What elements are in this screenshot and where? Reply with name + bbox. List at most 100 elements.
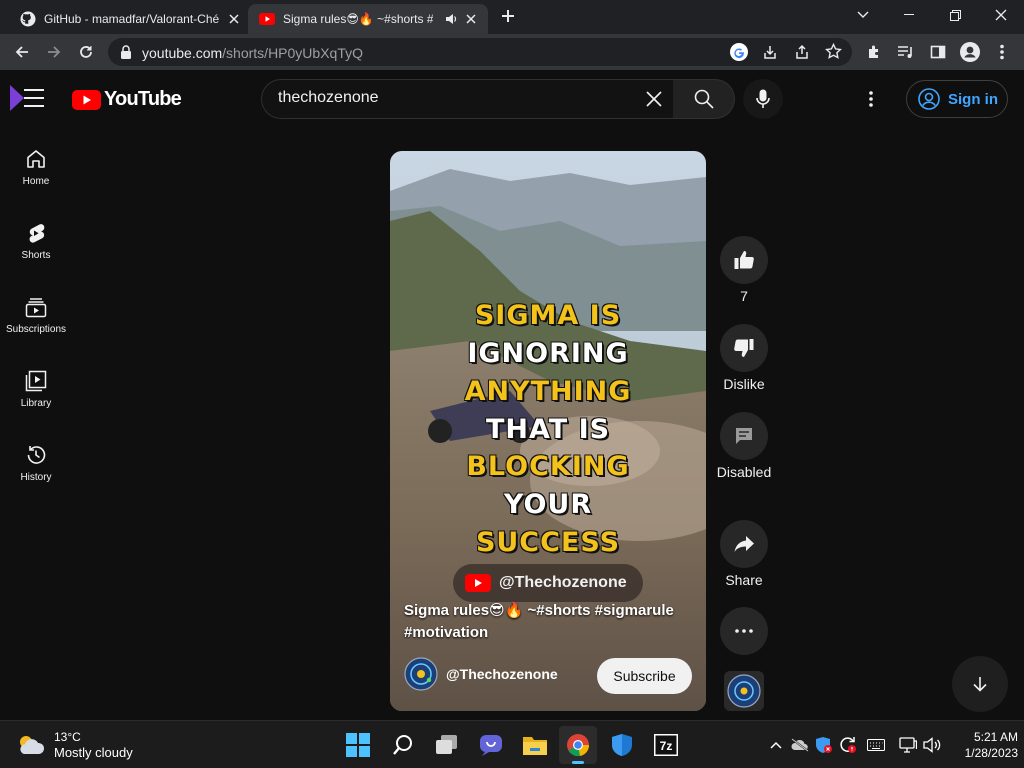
comments-label: Disabled — [716, 464, 772, 480]
file-explorer-button[interactable] — [516, 726, 554, 764]
close-window-button[interactable] — [978, 0, 1024, 30]
chevron-up-icon — [770, 741, 782, 749]
minimize-button[interactable] — [886, 0, 932, 30]
keyboard-icon — [867, 739, 885, 751]
tab-github[interactable]: GitHub - mamadfar/Valorant-Ché — [8, 4, 246, 34]
plus-icon — [500, 8, 516, 24]
address-bar[interactable]: youtube.com/shorts/HP0yUbXqTyQ — [108, 38, 852, 66]
sidebar-item-history[interactable]: History — [0, 438, 72, 510]
profile-button[interactable] — [957, 39, 983, 65]
puzzle-icon — [866, 44, 882, 60]
network-tray-icon[interactable] — [898, 735, 918, 755]
chrome-menu-button[interactable] — [989, 39, 1015, 65]
extensions-button[interactable] — [861, 39, 887, 65]
search-button[interactable] — [673, 79, 735, 119]
voice-search-button[interactable] — [743, 79, 783, 119]
tab-youtube-short[interactable]: Sigma rules😎🔥 ~#shorts # — [248, 4, 488, 34]
security-tray-icon[interactable] — [814, 735, 834, 755]
arrow-left-icon — [14, 44, 30, 60]
settings-menu-button[interactable] — [869, 91, 873, 107]
more-actions-button[interactable] — [720, 607, 768, 655]
shorts-video-player[interactable]: SIGMA IS IGNORING ANYTHING THAT IS BLOCK… — [390, 151, 706, 711]
channel-name[interactable]: @Thechozenone — [446, 666, 558, 682]
sidebar-item-label: Subscriptions — [5, 324, 67, 335]
keyboard-tray-icon[interactable] — [866, 735, 886, 755]
start-button[interactable] — [339, 726, 377, 764]
share-button[interactable] — [720, 520, 768, 568]
media-control-button[interactable] — [893, 39, 919, 65]
windows-taskbar: 13°C Mostly cloudy 7z 5:21 AM 1/28/2023 — [0, 720, 1024, 768]
sidebar-item-library[interactable]: Library — [0, 364, 72, 436]
show-hidden-icons-button[interactable] — [766, 735, 786, 755]
restore-button[interactable] — [932, 0, 978, 30]
like-button[interactable] — [720, 236, 768, 284]
network-icon — [899, 737, 917, 753]
hamburger-menu-icon — [8, 83, 48, 113]
sign-in-button[interactable]: Sign in — [906, 80, 1008, 118]
share-arrow-icon — [733, 533, 755, 555]
tab-title: GitHub - mamadfar/Valorant-Ché — [44, 12, 220, 26]
caption-line: THAT IS — [485, 414, 611, 445]
kebab-menu-icon — [869, 91, 873, 107]
close-icon — [995, 9, 1007, 21]
speaker-icon[interactable] — [444, 12, 458, 26]
tab-search-button[interactable] — [840, 0, 886, 30]
subscribe-button[interactable]: Subscribe — [597, 658, 692, 694]
next-short-button[interactable] — [952, 656, 1008, 712]
search-input[interactable] — [278, 89, 638, 107]
share-label: Share — [725, 572, 763, 588]
new-tab-button[interactable] — [500, 8, 516, 24]
remix-audio-thumbnail[interactable] — [724, 671, 764, 711]
taskbar-search-button[interactable] — [384, 726, 422, 764]
share-page-icon[interactable] — [794, 44, 810, 60]
arrow-down-icon — [971, 675, 989, 693]
defender-button[interactable] — [603, 726, 641, 764]
clock-time: 5:21 AM — [973, 730, 1018, 744]
channel-info[interactable]: @Thechozenone — [404, 657, 558, 691]
side-panel-button[interactable] — [925, 39, 951, 65]
volume-tray-icon[interactable] — [922, 735, 942, 755]
lock-icon[interactable] — [120, 45, 132, 59]
watermark-text: @Thechozenone — [499, 574, 627, 591]
weather-widget[interactable]: 13°C Mostly cloudy — [16, 730, 133, 760]
chrome-icon — [566, 733, 590, 757]
clear-search-icon[interactable] — [645, 90, 663, 108]
sidebar-item-subscriptions[interactable]: Subscriptions — [0, 290, 72, 362]
onedrive-tray-icon[interactable] — [790, 735, 810, 755]
sign-in-label: Sign in — [948, 90, 998, 108]
chrome-taskbar-button[interactable] — [559, 726, 597, 764]
reload-button[interactable] — [73, 39, 99, 65]
side-panel-icon — [930, 44, 946, 60]
sidebar-item-home[interactable]: Home — [0, 142, 72, 214]
caption-line: YOUR — [503, 489, 593, 520]
cloud-offline-icon — [791, 738, 809, 752]
video-title[interactable]: Sigma rules😎🔥 ~#shorts #sigmarule #motiv… — [404, 600, 704, 644]
sync-tray-icon[interactable] — [838, 735, 858, 755]
bookmark-star-icon[interactable] — [825, 43, 842, 60]
close-tab-icon[interactable] — [226, 11, 242, 27]
avatar[interactable] — [404, 657, 438, 691]
youtube-logo-icon — [72, 89, 101, 110]
7zip-button[interactable]: 7z — [647, 726, 685, 764]
youtube-masthead: YouTube Sign in — [0, 70, 1024, 128]
youtube-logo-text: YouTube — [104, 88, 182, 110]
shield-warning-icon — [815, 736, 833, 754]
guide-menu-button[interactable] — [8, 83, 48, 113]
thumbs-down-icon — [733, 337, 755, 359]
google-icon[interactable] — [730, 43, 748, 61]
install-icon[interactable] — [762, 44, 778, 60]
comments-button[interactable] — [720, 412, 768, 460]
youtube-logo[interactable]: YouTube — [72, 88, 182, 111]
sidebar-item-shorts[interactable]: Shorts — [0, 216, 72, 288]
chat-app-button[interactable] — [472, 726, 510, 764]
comment-icon — [733, 425, 755, 447]
dislike-button[interactable] — [720, 324, 768, 372]
youtube-icon — [259, 13, 275, 25]
back-button[interactable] — [9, 39, 35, 65]
forward-button[interactable] — [41, 39, 67, 65]
clock[interactable]: 5:21 AM 1/28/2023 — [950, 729, 1018, 761]
speaker-icon — [923, 737, 941, 753]
search-box[interactable] — [261, 79, 674, 119]
task-view-button[interactable] — [428, 726, 466, 764]
close-tab-icon[interactable] — [463, 11, 479, 27]
